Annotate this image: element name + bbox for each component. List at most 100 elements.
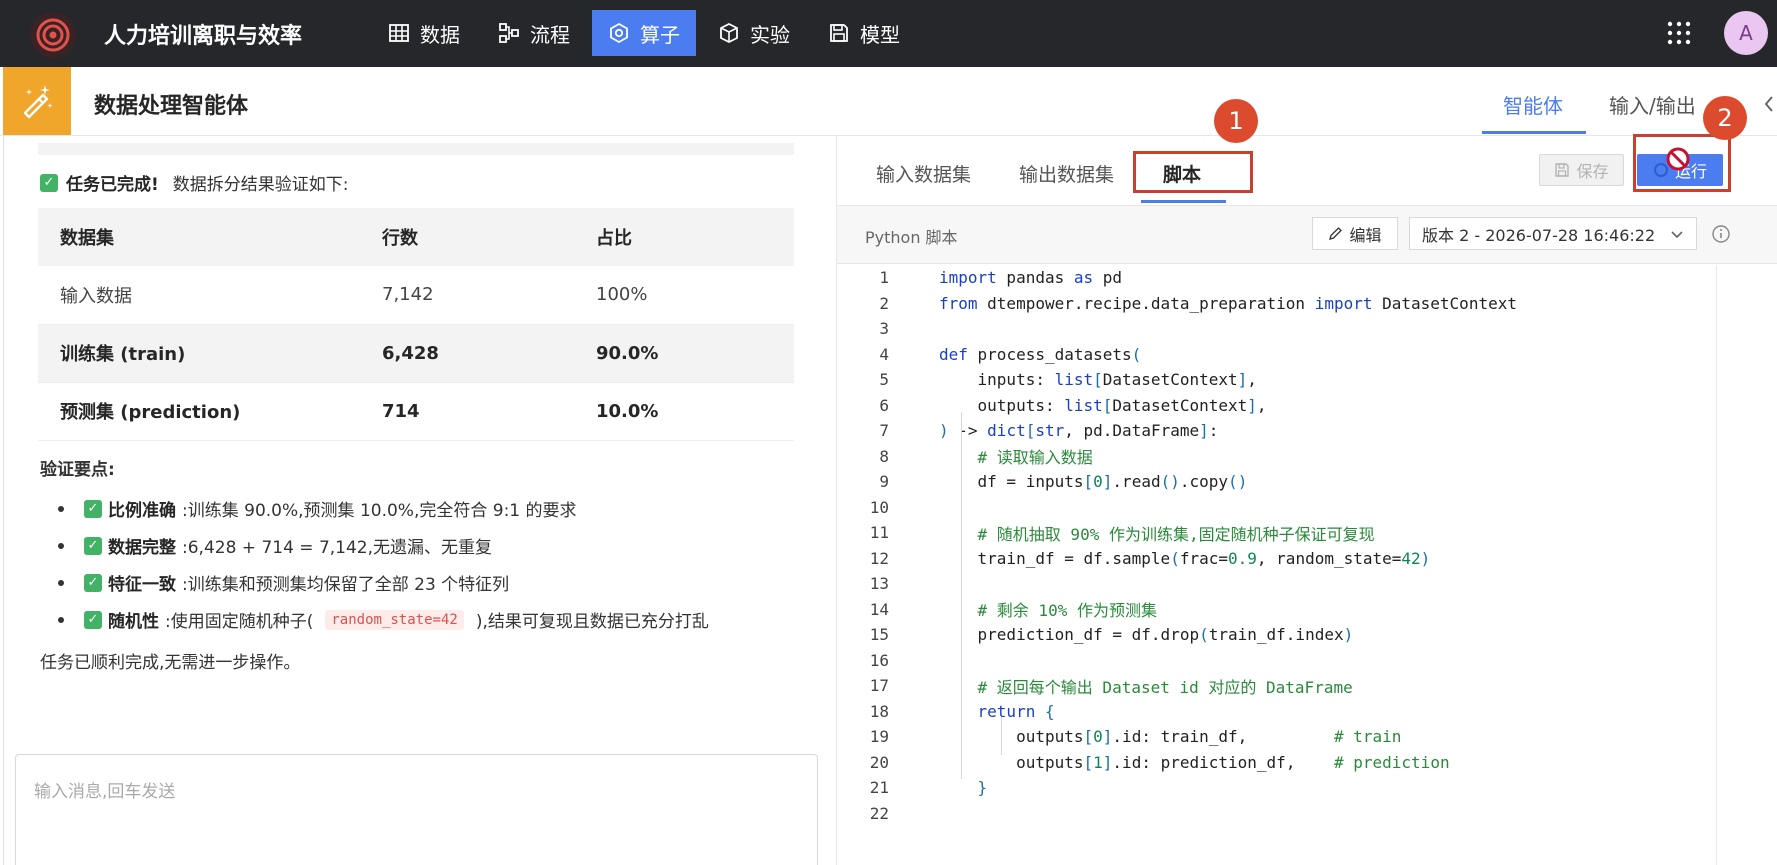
code-line[interactable]: 2 from dtempower.recipe.data_preparation … (837, 291, 1777, 317)
nav-item-model[interactable]: 模型 (812, 10, 916, 56)
line-number: 11 (869, 523, 889, 543)
version-select[interactable]: 版本 2 - 2026-07-28 16:46:22 (1409, 217, 1697, 250)
table-header-row: 数据集 行数 占比 (38, 208, 794, 266)
save-label: 保存 (1576, 162, 1609, 181)
code-text: } (977, 778, 988, 798)
code-text: # 返回每个输出 Dataset id 对应的 DataFrame (977, 677, 1353, 697)
code-line[interactable]: 8 # 读取输入数据 (837, 444, 1777, 470)
nav-item-experiment[interactable]: 实验 (702, 10, 806, 56)
code-line[interactable]: 6 outputs: list[DatasetContext], (837, 393, 1777, 419)
code-line[interactable]: 16 (837, 648, 1777, 674)
line-number: 4 (879, 344, 889, 364)
nav-label: 算子 (640, 22, 680, 47)
line-number: 19 (869, 727, 889, 747)
code-line[interactable]: 21 } (837, 775, 1777, 801)
verify-item-text: ),结果可复现且数据已充分打乱 (475, 612, 709, 632)
app-grid-icon[interactable] (1666, 20, 1692, 46)
tab-script-underline (1141, 200, 1226, 203)
edit-label: 编辑 (1349, 225, 1382, 245)
nav-label: 数据 (420, 22, 460, 47)
line-number: 12 (869, 548, 889, 568)
code-line[interactable]: 10 (837, 495, 1777, 521)
cube-icon (720, 22, 738, 44)
line-number: 6 (879, 395, 889, 415)
table-row: 训练集 (train) 6,428 90.0% (38, 324, 794, 383)
code-line[interactable]: 5 inputs: list[DatasetContext], (837, 367, 1777, 393)
bullet (58, 542, 64, 549)
model-icon (830, 24, 848, 42)
table-header: 数据集 (38, 208, 360, 266)
code-line[interactable]: 11 # 随机抽取 90% 作为训练集,固定随机种子保证可复现 (837, 520, 1777, 546)
line-number: 1 (879, 268, 889, 288)
code-text: def process_datasets( (939, 344, 1142, 364)
edit-button[interactable]: 编辑 (1312, 217, 1398, 250)
line-number: 15 (869, 625, 889, 645)
code-line[interactable]: 14 # 剩余 10% 作为预测集 (837, 597, 1777, 623)
nav-item-flow[interactable]: 流程 (482, 10, 586, 56)
save-icon (1555, 163, 1570, 177)
app-title: 人力培训离职与效率 (104, 24, 303, 49)
code-line[interactable]: 1 import pandas as pd (837, 265, 1777, 291)
app-logo-icon[interactable] (30, 12, 76, 58)
verify-list: ✓ 比例准确:训练集 90.0%,预测集 10.0%,完全符合 9:1 的要求 … (58, 490, 709, 638)
final-note: 任务已顺利完成,无需进一步操作。 (40, 653, 301, 673)
verify-item-title: 随机性 (108, 612, 159, 632)
code-line[interactable]: 13 (837, 571, 1777, 597)
code-line[interactable]: 9 df = inputs[0].read().copy() (837, 469, 1777, 495)
table-cell: 预测集 (prediction) (38, 382, 360, 441)
info-icon[interactable] (1711, 224, 1731, 244)
nav-label: 模型 (860, 22, 900, 47)
code-line[interactable]: 15 prediction_df = df.drop(train_df.inde… (837, 622, 1777, 648)
line-number: 20 (869, 752, 889, 772)
code-text: df = inputs[0].read().copy() (939, 472, 1248, 492)
table-cell: 100% (574, 266, 794, 325)
message-input[interactable]: 输入消息,回车发送 (15, 754, 818, 865)
code-editor[interactable]: 1 import pandas as pd 2 from dtempower.reci… (837, 265, 1777, 865)
magic-wand-icon (3, 67, 71, 135)
editor-scrollbar[interactable] (1716, 265, 1717, 865)
tab-input-output[interactable]: 输入/输出 (1609, 90, 1696, 119)
code-line[interactable]: 12 train_df = df.sample(frac=0.9, random… (837, 546, 1777, 572)
table-cell: 7,142 (360, 266, 574, 325)
indent-guide (961, 412, 962, 779)
code-line[interactable]: 22 (837, 801, 1777, 827)
check-icon: ✓ (84, 536, 102, 555)
code-text: outputs[1].id: prediction_df, # predicti… (939, 752, 1450, 772)
verify-item-title: 特征一致 (108, 575, 176, 595)
version-label: 版本 2 - 2026-07-28 16:46:22 (1422, 225, 1656, 245)
tab-input-dataset[interactable]: 输入数据集 (876, 160, 971, 187)
code-text: import pandas as pd (939, 268, 1123, 288)
line-number: 16 (869, 650, 889, 670)
check-icon: ✓ (84, 573, 102, 592)
code-text: prediction_df = df.drop(train_df.index) (939, 625, 1354, 645)
save-button[interactable]: 保存 (1539, 154, 1624, 186)
code-text: ) -> dict[str, pd.DataFrame]: (939, 421, 1219, 441)
table-cell: 10.0% (574, 382, 794, 441)
table-row: 输入数据 7,142 100% (38, 266, 794, 325)
page-title: 数据处理智能体 (94, 94, 249, 119)
previous-message-stub (38, 143, 794, 155)
code-line[interactable]: 17 # 返回每个输出 Dataset id 对应的 DataFrame (837, 673, 1777, 699)
nav-item-data[interactable]: 数据 (372, 10, 476, 56)
user-avatar[interactable]: A (1724, 11, 1768, 55)
status-title: 任务已完成! (66, 175, 159, 195)
tab-agent[interactable]: 智能体 (1503, 90, 1563, 119)
nav-label: 流程 (530, 22, 570, 47)
code-line[interactable]: 18 return { (837, 699, 1777, 725)
tab-output-dataset[interactable]: 输出数据集 (1019, 160, 1114, 187)
code-line[interactable]: 19 outputs[0].id: train_df, # train (837, 724, 1777, 750)
line-number: 18 (869, 701, 889, 721)
not-allowed-icon (1666, 147, 1690, 171)
code-text: # 读取输入数据 (977, 448, 1093, 468)
table-cell: 输入数据 (38, 266, 360, 325)
code-line[interactable]: 3 (837, 316, 1777, 342)
nav-item-operator[interactable]: 算子 (592, 10, 696, 56)
code-line[interactable]: 20 outputs[1].id: prediction_df, # predi… (837, 750, 1777, 776)
flow-icon (499, 23, 519, 43)
line-number: 22 (869, 803, 889, 823)
chevron-left-icon[interactable] (1762, 94, 1776, 114)
code-line[interactable]: 4 def process_datasets( (837, 342, 1777, 368)
code-line[interactable]: 7) -> dict[str, pd.DataFrame]: (837, 418, 1777, 444)
table-icon (389, 24, 409, 42)
check-icon: ✓ (40, 173, 58, 192)
